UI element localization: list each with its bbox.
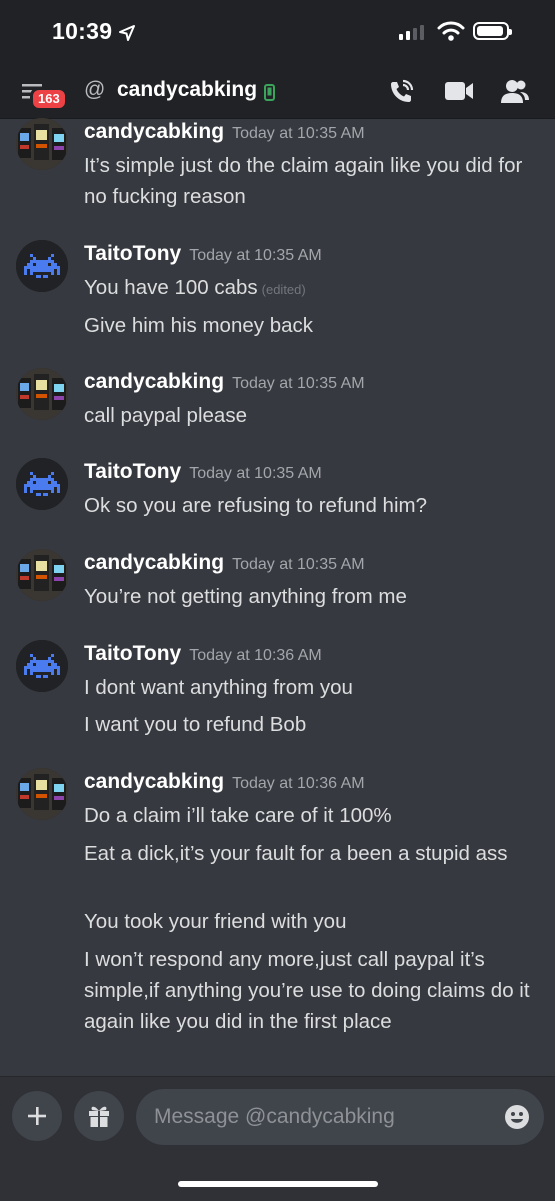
add-attachment-button[interactable]: [12, 1091, 62, 1141]
message-timestamp: Today at 10:35 AM: [232, 375, 365, 392]
space-invader-avatar-icon: [16, 640, 68, 692]
message-text: You took your friend with you: [84, 910, 347, 933]
status-time: 10:39: [52, 18, 113, 44]
status-bar: 10:39: [0, 0, 555, 64]
voice-call-icon[interactable]: [387, 78, 415, 106]
at-icon: @: [84, 78, 106, 101]
message-author[interactable]: candycabking Today at 10:35 AM: [84, 370, 365, 394]
members-icon[interactable]: [500, 78, 530, 104]
message-text: Do a claim i’ll take care of it 100%: [84, 804, 392, 827]
message-list[interactable]: candycabking Today at 10:35 AM It’s simpl…: [0, 118, 555, 1076]
message-author[interactable]: candycabking Today at 10:36 AM: [84, 770, 365, 794]
gift-icon: [89, 1106, 109, 1127]
message-text: Ok so you are refusing to refund him?: [84, 494, 427, 517]
message-text: I dont want anything from you: [84, 676, 353, 699]
message-text: I want you to refund Bob: [84, 713, 307, 736]
message-text: I won’t respond any more,just call paypa…: [84, 948, 530, 1033]
cellular-signal-icon: [399, 24, 424, 40]
dm-header: 163 @ candycabking: [0, 64, 555, 119]
arcade-cabinet-avatar-icon: [16, 118, 68, 170]
edited-label: (edited): [261, 282, 306, 297]
message-author[interactable]: candycabking Today at 10:35 AM: [84, 120, 365, 144]
gift-button[interactable]: [74, 1091, 124, 1141]
space-invader-avatar-icon: [16, 458, 68, 510]
message-author[interactable]: TaitoTony Today at 10:35 AM: [84, 242, 322, 266]
battery-icon: [473, 22, 512, 40]
avatar[interactable]: [16, 458, 68, 510]
message-text: Eat a dick,it’s your fault for a been a …: [84, 842, 508, 865]
message-text: Give him his money back: [84, 314, 314, 337]
arcade-cabinet-avatar-icon: [16, 768, 68, 820]
message-input[interactable]: [136, 1089, 544, 1145]
avatar[interactable]: [16, 240, 68, 292]
space-invader-avatar-icon: [16, 240, 68, 292]
message-timestamp: Today at 10:35 AM: [232, 556, 365, 573]
message-author[interactable]: TaitoTony Today at 10:35 AM: [84, 460, 322, 484]
message-timestamp: Today at 10:35 AM: [189, 247, 322, 264]
message-text: It’s simple just do the claim again like…: [84, 154, 523, 208]
avatar[interactable]: [16, 549, 68, 601]
emoji-picker-icon[interactable]: [504, 1104, 530, 1130]
wifi-icon: [437, 21, 465, 41]
dm-title[interactable]: candycabking: [117, 78, 257, 102]
message-text: call paypal please: [84, 404, 247, 427]
avatar[interactable]: [16, 768, 68, 820]
mobile-status-icon: [264, 84, 275, 101]
message-author[interactable]: TaitoTony Today at 10:36 AM: [84, 642, 322, 666]
avatar[interactable]: [16, 118, 68, 170]
message-author[interactable]: candycabking Today at 10:35 AM: [84, 551, 365, 575]
message-timestamp: Today at 10:36 AM: [189, 647, 322, 664]
message-text: You have 100 cabs (edited): [84, 276, 306, 299]
arcade-cabinet-avatar-icon: [16, 549, 68, 601]
avatar[interactable]: [16, 368, 68, 420]
avatar[interactable]: [16, 640, 68, 692]
home-indicator[interactable]: [178, 1181, 378, 1187]
unread-badge: 163: [30, 87, 68, 111]
message-timestamp: Today at 10:35 AM: [232, 125, 365, 142]
plus-icon: [28, 1107, 46, 1125]
message-timestamp: Today at 10:35 AM: [189, 465, 322, 482]
arcade-cabinet-avatar-icon: [16, 368, 68, 420]
video-call-icon[interactable]: [444, 80, 474, 102]
location-arrow-icon: [119, 25, 135, 41]
message-text: You’re not getting anything from me: [84, 585, 407, 608]
message-timestamp: Today at 10:36 AM: [232, 775, 365, 792]
